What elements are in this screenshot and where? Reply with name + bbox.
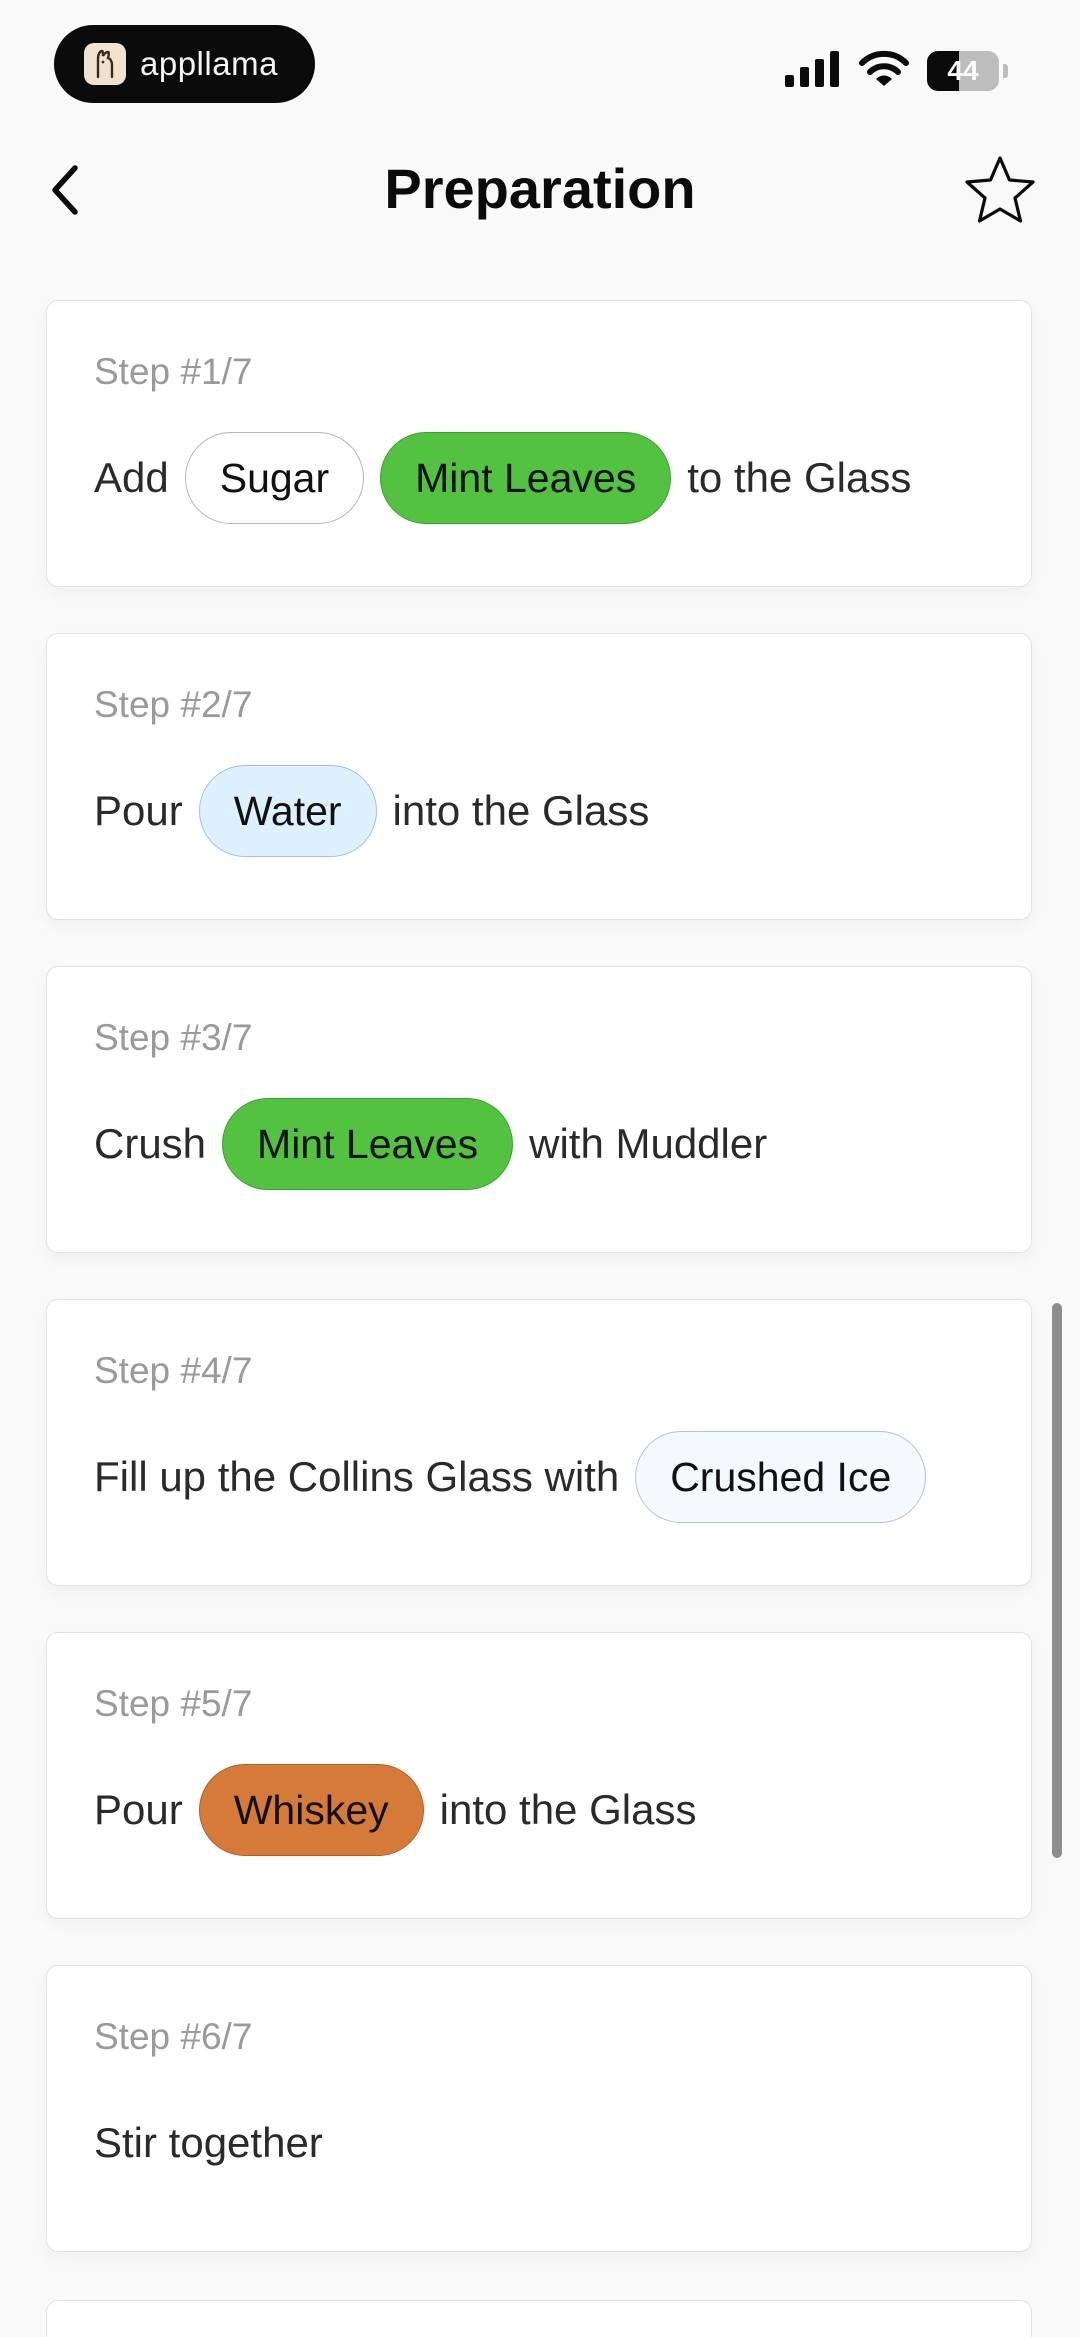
status-bar: appllama 44	[0, 0, 1080, 130]
wifi-icon	[859, 50, 909, 93]
app-name: appllama	[140, 45, 278, 82]
step-label: Step #4/7	[94, 1350, 253, 1391]
step-card-5: Step #5/7 Pour Whiskey into the Glass	[46, 1632, 1032, 1919]
page-title: Preparation	[384, 157, 696, 220]
step-card-2: Step #2/7 Pour Water into the Glass	[46, 633, 1032, 920]
step-instruction: Crush Mint Leaves with Muddler	[94, 1098, 1031, 1190]
step-list: Step #1/7 Add Sugar Mint Leaves to the G…	[46, 300, 1032, 2298]
step-card-1: Step #1/7 Add Sugar Mint Leaves to the G…	[46, 300, 1032, 587]
step-text: Crush	[94, 1120, 207, 1167]
step-card-6: Step #6/7 Stir together	[46, 1965, 1032, 2252]
signal-icon	[785, 50, 841, 92]
step-text: Fill up the Collins Glass with	[94, 1453, 620, 1500]
step-label: Step #5/7	[94, 1683, 253, 1724]
step-text: into the Glass	[392, 787, 650, 834]
battery-cap	[1003, 64, 1008, 78]
step-text: to the Glass	[687, 454, 912, 501]
ingredient-chip-mint-leaves[interactable]: Mint Leaves	[222, 1098, 514, 1190]
step-instruction: Stir together	[94, 2097, 1031, 2189]
step-card-4: Step #4/7 Fill up the Collins Glass with…	[46, 1299, 1032, 1586]
status-icons: 44	[785, 50, 1008, 92]
ingredient-chip-whiskey[interactable]: Whiskey	[198, 1764, 424, 1856]
preparation-screen: appllama 44 Preparation Step #1/7 Add Su…	[0, 0, 1080, 2337]
step-label: Step #1/7	[94, 351, 253, 392]
step-label: Step #3/7	[94, 1017, 253, 1058]
step-instruction: Fill up the Collins Glass with Crushed I…	[94, 1431, 1031, 1523]
step-label: Step #2/7	[94, 684, 253, 725]
step-text: Pour	[94, 1786, 183, 1833]
star-outline-icon	[965, 156, 1035, 223]
battery-percentage: 44	[947, 55, 979, 86]
step-text: Pour	[94, 787, 183, 834]
step-label: Step #6/7	[94, 2016, 253, 2057]
app-badge[interactable]: appllama	[54, 25, 315, 103]
ingredient-chip-crushed-ice[interactable]: Crushed Ice	[635, 1431, 927, 1523]
ingredient-chip-sugar[interactable]: Sugar	[184, 432, 365, 524]
step-instruction: Pour Water into the Glass	[94, 765, 1031, 857]
step-text: into the Glass	[439, 1786, 697, 1833]
scrollbar[interactable]	[1052, 1303, 1062, 1858]
step-card-3: Step #3/7 Crush Mint Leaves with Muddler	[46, 966, 1032, 1253]
step-instruction: Add Sugar Mint Leaves to the Glass	[94, 432, 1031, 524]
llama-logo-icon	[84, 43, 126, 85]
header: Preparation	[0, 130, 1080, 250]
battery-icon: 44	[927, 51, 999, 91]
ingredient-chip-mint-leaves[interactable]: Mint Leaves	[380, 432, 672, 524]
ingredient-chip-water[interactable]: Water	[198, 765, 377, 857]
step-text: Stir together	[94, 2119, 323, 2166]
step-text: Add	[94, 454, 169, 501]
step-text: with Muddler	[529, 1120, 768, 1167]
step-card-7-partial	[46, 2300, 1032, 2337]
favorite-button[interactable]	[958, 148, 1042, 232]
step-instruction: Pour Whiskey into the Glass	[94, 1764, 1031, 1856]
